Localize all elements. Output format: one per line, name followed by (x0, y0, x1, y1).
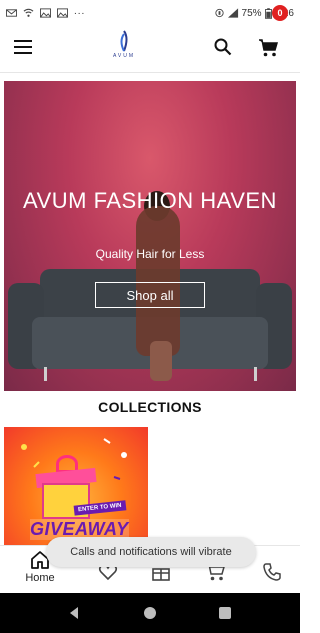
hero-image-sofa-leg (254, 367, 257, 381)
mail-icon (6, 9, 17, 17)
recents-icon[interactable] (217, 605, 233, 621)
hero-title: AVUM FASHION HAVEN (23, 188, 277, 213)
hero-image-sofa-leg (44, 367, 47, 381)
menu-icon-bar (14, 46, 32, 48)
hero-image-model (150, 341, 172, 381)
signal-icon (227, 8, 238, 18)
menu-button[interactable] (14, 40, 32, 54)
hero-subtitle: Quality Hair for Less (95, 247, 205, 261)
collections-heading: COLLECTIONS (98, 399, 202, 415)
vibrate-toast: Calls and notifications will vibrate (46, 537, 256, 567)
hero-image-model (136, 206, 180, 356)
nav-home-label: Home (25, 572, 55, 584)
status-bar: ... 75% 7:26 (0, 0, 300, 26)
battery-icon (264, 7, 272, 19)
nav-contact[interactable] (252, 550, 292, 590)
logo-text: AVUM (112, 53, 136, 59)
cart-count-badge: 0 (272, 5, 288, 21)
header-divider (0, 72, 300, 73)
battery-percent: 75% (241, 7, 262, 19)
menu-icon-bar (14, 52, 32, 54)
overflow-indicator: ... (74, 5, 86, 17)
logo-mark-icon (120, 30, 128, 52)
wifi-icon (23, 8, 34, 17)
image-icon (40, 8, 51, 18)
menu-icon-bar (14, 40, 32, 42)
back-icon[interactable] (66, 605, 82, 621)
home-circle-icon[interactable] (142, 605, 158, 621)
app-header: AVUM 0 (0, 5, 300, 72)
hero-banner: AVUM FASHION HAVEN Quality Hair for Less… (4, 81, 296, 391)
system-navigation-bar (0, 593, 300, 633)
cart-icon[interactable] (258, 38, 280, 58)
shop-all-button[interactable]: Shop all (95, 282, 205, 308)
phone-icon (263, 563, 281, 581)
brand-logo[interactable]: AVUM (108, 30, 140, 66)
vibrate-icon (214, 8, 224, 18)
collection-card-giveaway[interactable]: ENTER TO WIN GIVEAWAY (4, 427, 148, 545)
search-icon[interactable] (214, 38, 232, 56)
image-icon (57, 8, 68, 18)
